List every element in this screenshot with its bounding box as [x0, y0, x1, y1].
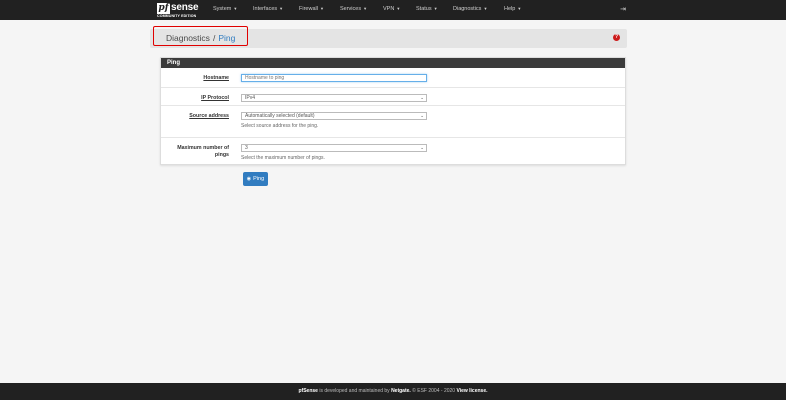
ping-button[interactable]: ◉ Ping	[243, 172, 268, 186]
chevron-down-icon: ⌄	[420, 113, 424, 118]
hostname-label: Hostname	[203, 75, 229, 81]
footer-netgate-link[interactable]: Netgate.	[391, 388, 411, 394]
max-pings-label: Maximum number of pings	[177, 145, 229, 158]
ip-protocol-value: IPv4	[245, 95, 256, 101]
question-circle-icon[interactable]: ?	[613, 34, 620, 41]
brand-edition: COMMUNITY EDITION	[157, 14, 197, 18]
nav-system[interactable]: System ▼	[213, 6, 237, 12]
brand-name: sense	[171, 2, 199, 13]
caret-down-icon: ▼	[396, 6, 401, 11]
source-address-row: Source address Automatically selected (d…	[161, 105, 625, 138]
nav-services[interactable]: Services ▼	[340, 6, 367, 12]
nav-interfaces[interactable]: Interfaces ▼	[253, 6, 283, 12]
footer-text-1: is developed and maintained by	[317, 388, 392, 394]
max-pings-row: Maximum number of pings 3 ⌄ Select the m…	[161, 137, 625, 166]
logout-icon[interactable]: ⇥	[620, 5, 626, 13]
caret-down-icon: ▼	[517, 6, 522, 11]
ip-protocol-row: IP Protocol IPv4 ⌄	[161, 87, 625, 106]
caret-down-icon: ▼	[233, 6, 238, 11]
ping-panel: Ping Hostname IP Protocol IPv4 ⌄ Source …	[160, 57, 626, 165]
nav-vpn[interactable]: VPN ▼	[383, 6, 400, 12]
max-pings-value: 3	[245, 145, 248, 151]
source-address-value: Automatically selected (default)	[245, 113, 315, 119]
top-navbar: pf sense COMMUNITY EDITION System ▼ Inter…	[0, 0, 786, 20]
ip-protocol-select[interactable]: IPv4 ⌄	[241, 94, 427, 102]
source-address-help: Select source address for the ping.	[241, 123, 319, 129]
footer-license-link[interactable]: View license.	[456, 388, 487, 394]
pfsense-logo[interactable]: pf sense COMMUNITY EDITION	[157, 2, 205, 19]
source-address-label: Source address	[189, 113, 229, 119]
max-pings-select[interactable]: 3 ⌄	[241, 144, 427, 152]
footer: pfSense is developed and maintained by N…	[0, 383, 786, 400]
hostname-row: Hostname	[161, 69, 625, 87]
source-address-select[interactable]: Automatically selected (default) ⌄	[241, 112, 427, 120]
breadcrumb-highlight-box	[153, 26, 248, 46]
chevron-down-icon: ⌄	[420, 95, 424, 100]
nav-help[interactable]: Help ▼	[504, 6, 521, 12]
nav-diagnostics[interactable]: Diagnostics ▼	[453, 6, 487, 12]
caret-down-icon: ▼	[363, 6, 368, 11]
caret-down-icon: ▼	[279, 6, 284, 11]
footer-brand: pfSense	[298, 388, 318, 394]
brand-mark: pf	[157, 3, 170, 14]
rss-icon: ◉	[246, 176, 252, 182]
nav-status[interactable]: Status ▼	[416, 6, 438, 12]
max-pings-help: Select the maximum number of pings.	[241, 155, 325, 161]
caret-down-icon: ▼	[319, 6, 324, 11]
nav-firewall[interactable]: Firewall ▼	[299, 6, 324, 12]
ping-button-label: Ping	[253, 176, 265, 182]
panel-title: Ping	[161, 58, 625, 68]
caret-down-icon: ▼	[433, 6, 438, 11]
hostname-input[interactable]	[241, 74, 427, 82]
caret-down-icon: ▼	[483, 6, 488, 11]
ip-protocol-label: IP Protocol	[201, 95, 229, 101]
footer-text-2: © ESF 2004 - 2020	[410, 388, 457, 394]
chevron-down-icon: ⌄	[420, 145, 424, 150]
